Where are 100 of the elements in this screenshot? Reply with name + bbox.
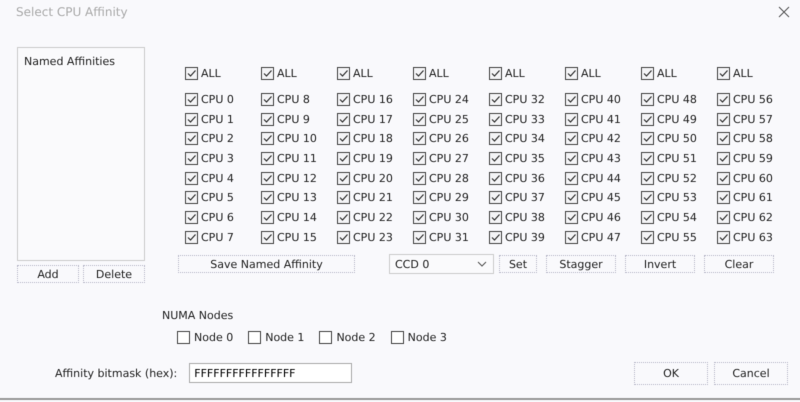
checkbox[interactable] — [185, 211, 198, 224]
checkbox[interactable] — [641, 211, 654, 224]
checkbox[interactable] — [565, 211, 578, 224]
checkbox[interactable] — [337, 172, 350, 185]
checkbox[interactable] — [565, 152, 578, 166]
checkbox[interactable] — [337, 112, 350, 126]
checkbox[interactable] — [413, 230, 426, 244]
checkbox[interactable] — [489, 191, 502, 204]
checkbox[interactable] — [565, 112, 578, 126]
checkbox[interactable] — [337, 132, 350, 146]
button[interactable]: Stagger — [546, 255, 616, 274]
checkbox[interactable] — [565, 191, 578, 204]
checkbox[interactable] — [717, 93, 730, 106]
checkbox[interactable] — [337, 93, 350, 106]
checkbox[interactable] — [641, 112, 654, 126]
checkbox[interactable] — [185, 93, 198, 106]
checkbox[interactable] — [413, 132, 426, 146]
checkbox[interactable] — [489, 172, 502, 185]
checkbox[interactable] — [177, 331, 190, 344]
checkbox[interactable] — [717, 132, 730, 146]
checkbox[interactable] — [337, 211, 350, 224]
checkbox[interactable] — [337, 191, 350, 204]
checkbox[interactable] — [185, 172, 198, 185]
close-icon[interactable] — [778, 6, 790, 18]
checkbox[interactable] — [319, 331, 332, 344]
bitmask-field[interactable]: FFFFFFFFFFFFFFFF — [189, 363, 352, 384]
checkbox[interactable] — [717, 191, 730, 204]
checkbox[interactable] — [413, 211, 426, 224]
checkbox[interactable] — [413, 112, 426, 126]
checkbox[interactable] — [641, 230, 654, 244]
checkbox[interactable] — [641, 132, 654, 146]
checkbox[interactable] — [565, 67, 578, 80]
button[interactable]: Invert — [625, 255, 695, 274]
checkbox[interactable] — [261, 230, 274, 244]
checkbox[interactable] — [489, 230, 502, 244]
checkbox[interactable] — [489, 132, 502, 146]
checkbox[interactable] — [717, 230, 730, 244]
checkbox[interactable] — [413, 172, 426, 185]
checkbox[interactable] — [717, 172, 730, 185]
checkbox[interactable] — [185, 67, 198, 80]
checkbox[interactable] — [489, 112, 502, 126]
button[interactable]: Delete — [83, 265, 145, 283]
checkbox[interactable] — [489, 211, 502, 224]
checkbox[interactable] — [261, 67, 274, 80]
checkbox[interactable] — [717, 211, 730, 224]
section-label: NUMA Nodes — [162, 309, 234, 322]
checkbox[interactable] — [641, 172, 654, 185]
checkbox[interactable] — [261, 191, 274, 204]
checkbox[interactable] — [565, 93, 578, 106]
checkbox[interactable] — [641, 152, 654, 166]
cpu-checkbox-label: CPU 0 — [201, 93, 234, 106]
checkbox[interactable] — [565, 172, 578, 185]
checkbox[interactable] — [337, 152, 350, 166]
set-button[interactable]: Set — [499, 255, 537, 274]
checkbox[interactable] — [185, 230, 198, 244]
checkbox[interactable] — [413, 191, 426, 204]
checkbox[interactable] — [565, 132, 578, 146]
button[interactable]: OK — [634, 362, 708, 385]
checkbox[interactable] — [185, 152, 198, 166]
button[interactable]: Cancel — [714, 362, 788, 385]
checkbox[interactable] — [261, 152, 274, 166]
named-affinities-list[interactable]: Named Affinities — [17, 47, 145, 261]
window-title: Select CPU Affinity — [16, 5, 128, 19]
cpu-checkbox-label: CPU 19 — [353, 152, 393, 166]
cpu-checkbox-label: CPU 28 — [429, 172, 469, 185]
checkbox[interactable] — [413, 152, 426, 166]
checkbox[interactable] — [337, 67, 350, 80]
checkbox[interactable] — [489, 93, 502, 106]
checkbox[interactable] — [261, 172, 274, 185]
checkbox[interactable] — [565, 230, 578, 244]
checkbox[interactable] — [489, 152, 502, 166]
checkbox[interactable] — [261, 112, 274, 126]
save-named-affinity-button[interactable]: Save Named Affinity — [178, 255, 355, 274]
checkbox[interactable] — [641, 191, 654, 204]
cpu-checkbox-label: CPU 22 — [353, 211, 393, 224]
checkbox[interactable] — [390, 331, 404, 344]
cpu-checkbox-label: CPU 29 — [429, 191, 469, 204]
checkbox[interactable] — [641, 93, 654, 106]
cpu-checkbox-label: CPU 37 — [505, 191, 545, 204]
checkbox[interactable] — [248, 331, 262, 344]
checkbox[interactable] — [413, 93, 426, 106]
checkbox[interactable] — [261, 132, 274, 146]
checkbox[interactable] — [185, 132, 198, 146]
checkbox[interactable] — [717, 112, 730, 126]
checkbox[interactable] — [641, 67, 654, 80]
node-checkbox-label: Node 2 — [336, 331, 376, 344]
all-checkbox-label: ALL — [657, 67, 677, 80]
checkbox[interactable] — [185, 112, 198, 126]
checkbox[interactable] — [717, 152, 730, 166]
ccd-dropdown[interactable]: CCD 0 — [389, 254, 494, 274]
checkbox[interactable] — [489, 67, 502, 80]
checkbox[interactable] — [261, 211, 274, 224]
checkbox[interactable] — [185, 191, 198, 204]
button[interactable]: Add — [17, 265, 79, 283]
checkbox[interactable] — [261, 93, 274, 106]
checkbox[interactable] — [413, 67, 426, 80]
cpu-checkbox-label: CPU 60 — [733, 172, 773, 185]
button[interactable]: Clear — [704, 255, 774, 274]
checkbox[interactable] — [717, 67, 730, 80]
checkbox[interactable] — [337, 230, 350, 244]
